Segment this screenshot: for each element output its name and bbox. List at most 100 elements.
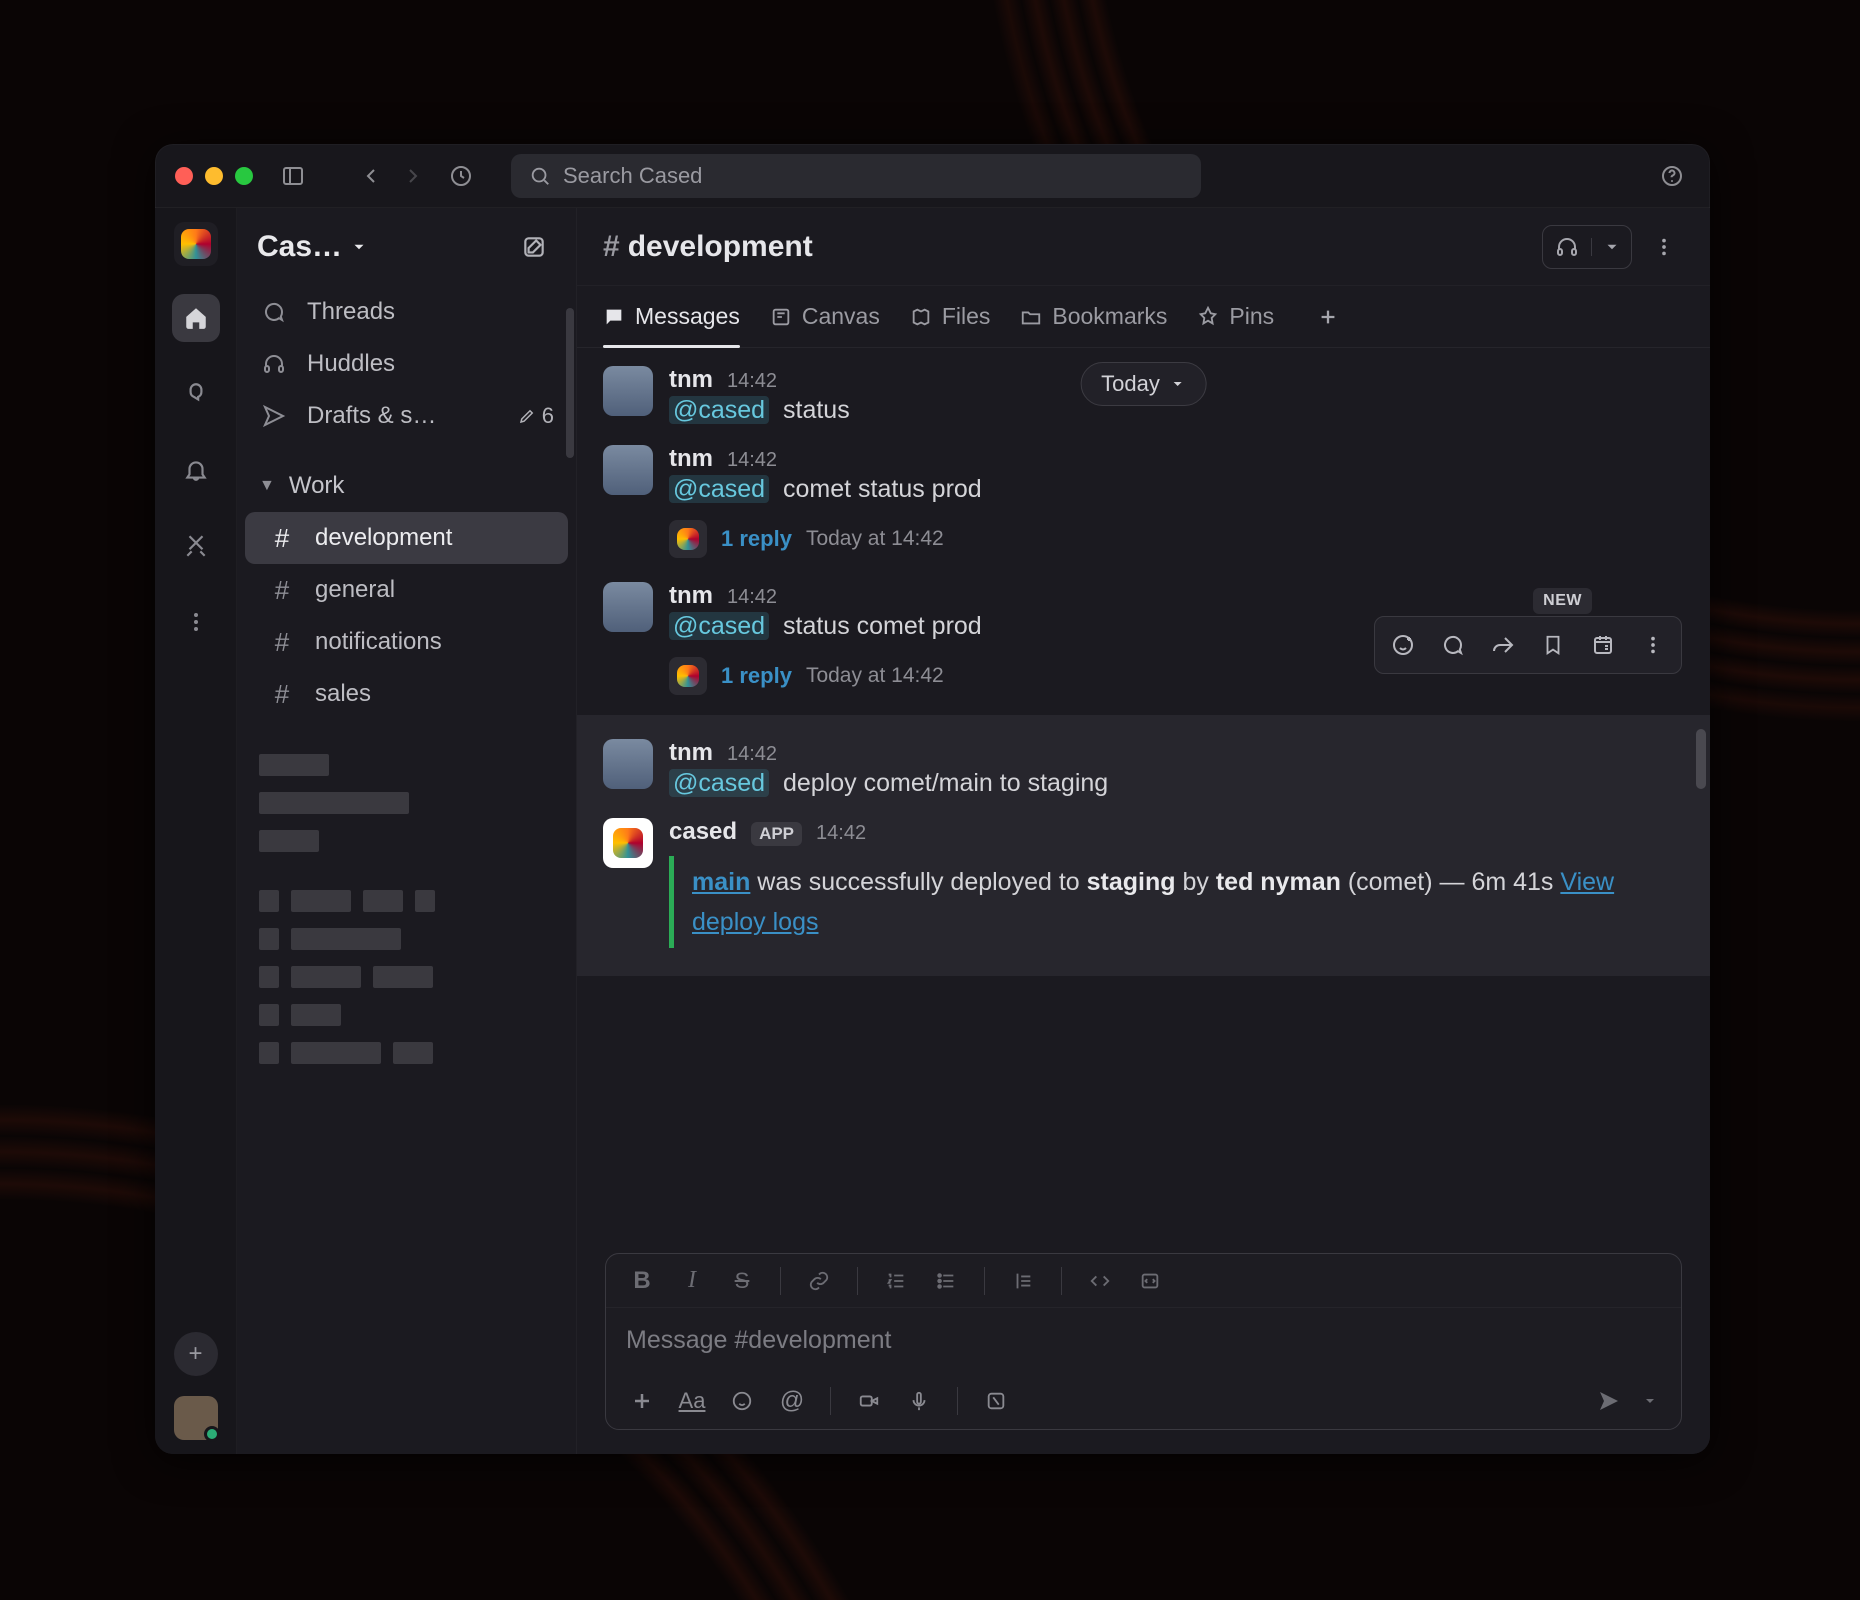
attach-button[interactable] xyxy=(622,1381,662,1421)
message[interactable]: tnm 14:42 @cased comet status prod xyxy=(577,435,1710,514)
message-author[interactable]: tnm xyxy=(669,445,713,473)
share-button[interactable] xyxy=(1479,621,1527,669)
codeblock-button[interactable] xyxy=(1130,1261,1170,1301)
tab-canvas[interactable]: Canvas xyxy=(770,286,880,347)
audio-button[interactable] xyxy=(899,1381,939,1421)
tab-messages[interactable]: Messages xyxy=(603,286,740,347)
mention-button[interactable]: @ xyxy=(772,1381,812,1421)
mention[interactable]: @cased xyxy=(669,475,769,503)
create-reminder-button[interactable] xyxy=(1579,621,1627,669)
send-options-button[interactable] xyxy=(1635,1379,1665,1423)
sidebar-item-label: Huddles xyxy=(307,350,395,378)
send-icon xyxy=(259,404,289,428)
tab-files[interactable]: Files xyxy=(910,286,991,347)
video-button[interactable] xyxy=(849,1381,889,1421)
sidebar-scrollbar[interactable] xyxy=(566,308,574,458)
window-controls xyxy=(175,167,253,185)
close-window-button[interactable] xyxy=(175,167,193,185)
formatting-toggle-button[interactable]: Aa xyxy=(672,1381,712,1421)
dms-tab[interactable] xyxy=(172,370,220,418)
sidebar-section-work[interactable]: ▼ Work xyxy=(237,460,576,512)
bullet-list-button[interactable] xyxy=(926,1261,966,1301)
avatar[interactable] xyxy=(603,445,653,495)
tab-pins[interactable]: Pins xyxy=(1197,286,1274,347)
avatar[interactable] xyxy=(603,582,653,632)
channel-sales[interactable]: # sales xyxy=(245,668,568,720)
zoom-window-button[interactable] xyxy=(235,167,253,185)
automations-tab[interactable] xyxy=(172,522,220,570)
message-hover-toolbar xyxy=(1374,616,1682,674)
message-author[interactable]: cased xyxy=(669,818,737,846)
sidebar-item-threads[interactable]: Threads xyxy=(237,286,576,338)
add-tab-button[interactable] xyxy=(1308,297,1348,337)
workspace-avatar[interactable] xyxy=(174,222,218,266)
avatar[interactable] xyxy=(603,366,653,416)
reply-in-thread-button[interactable] xyxy=(1429,621,1477,669)
back-button[interactable] xyxy=(353,158,389,194)
activity-tab[interactable] xyxy=(172,446,220,494)
hash-icon: # xyxy=(603,230,620,264)
channel-development[interactable]: # development xyxy=(245,512,568,564)
format-toolbar: B I S xyxy=(606,1254,1681,1308)
avatar[interactable] xyxy=(603,739,653,789)
add-reaction-button[interactable] xyxy=(1379,621,1427,669)
history-button[interactable] xyxy=(443,158,479,194)
code-button[interactable] xyxy=(1080,1261,1120,1301)
shortcuts-button[interactable] xyxy=(976,1381,1016,1421)
search-input[interactable]: Search Cased xyxy=(511,154,1201,198)
user-avatar[interactable] xyxy=(174,1396,218,1440)
huddle-button[interactable] xyxy=(1542,225,1632,269)
message-text: status comet prod xyxy=(783,612,982,640)
reply-count[interactable]: 1 reply xyxy=(721,526,792,552)
compose-button[interactable] xyxy=(512,225,556,269)
workspace-switcher[interactable]: Cas… xyxy=(257,230,368,264)
home-tab[interactable] xyxy=(172,294,220,342)
message-author[interactable]: tnm xyxy=(669,582,713,610)
message-scrollbar[interactable] xyxy=(1696,729,1706,789)
mention[interactable]: @cased xyxy=(669,396,769,424)
date-divider[interactable]: Today xyxy=(1080,362,1207,406)
app-avatar[interactable] xyxy=(603,818,653,868)
message-author[interactable]: tnm xyxy=(669,366,713,394)
strikethrough-button[interactable]: S xyxy=(722,1261,762,1301)
deploy-branch-link[interactable]: main xyxy=(692,868,750,896)
deploy-attachment: main was successfully deployed to stagin… xyxy=(669,856,1684,948)
more-tab[interactable] xyxy=(172,598,220,646)
italic-button[interactable]: I xyxy=(672,1261,712,1301)
app-window: Search Cased + xyxy=(155,144,1710,1454)
help-button[interactable] xyxy=(1654,158,1690,194)
sidebar-item-label: Drafts & s… xyxy=(307,402,436,430)
chevron-down-icon xyxy=(350,238,368,256)
send-button[interactable] xyxy=(1587,1379,1631,1423)
composer-input[interactable]: Message #development xyxy=(606,1308,1681,1373)
more-actions-button[interactable] xyxy=(1629,621,1677,669)
message-author[interactable]: tnm xyxy=(669,739,713,767)
bold-button[interactable]: B xyxy=(622,1261,662,1301)
bookmark-button[interactable] xyxy=(1529,621,1577,669)
message[interactable]: tnm 14:42 @cased deploy comet/main to st… xyxy=(577,729,1710,808)
emoji-button[interactable] xyxy=(722,1381,762,1421)
app-message[interactable]: cased APP 14:42 main was successfully de… xyxy=(577,808,1710,958)
thread-summary[interactable]: 1 reply Today at 14:42 xyxy=(577,514,1710,572)
channel-general[interactable]: # general xyxy=(245,564,568,616)
sidebar-item-drafts[interactable]: Drafts & s… 6 xyxy=(237,390,576,442)
channel-name: development xyxy=(628,230,813,264)
blockquote-button[interactable] xyxy=(1003,1261,1043,1301)
sidebar-toggle-icon[interactable] xyxy=(275,158,311,194)
reply-count[interactable]: 1 reply xyxy=(721,663,792,689)
minimize-window-button[interactable] xyxy=(205,167,223,185)
add-workspace-button[interactable]: + xyxy=(174,1332,218,1376)
tab-bookmarks[interactable]: Bookmarks xyxy=(1020,286,1167,347)
link-button[interactable] xyxy=(799,1261,839,1301)
mention[interactable]: @cased xyxy=(669,769,769,797)
reply-avatar xyxy=(669,520,707,558)
forward-button[interactable] xyxy=(395,158,431,194)
channel-settings-button[interactable] xyxy=(1644,227,1684,267)
channel-notifications[interactable]: # notifications xyxy=(245,616,568,668)
ordered-list-button[interactable] xyxy=(876,1261,916,1301)
hash-icon: # xyxy=(267,679,297,710)
chevron-down-icon[interactable] xyxy=(1591,238,1631,256)
channel-title[interactable]: # development xyxy=(603,230,813,264)
sidebar-item-huddles[interactable]: Huddles xyxy=(237,338,576,390)
mention[interactable]: @cased xyxy=(669,612,769,640)
